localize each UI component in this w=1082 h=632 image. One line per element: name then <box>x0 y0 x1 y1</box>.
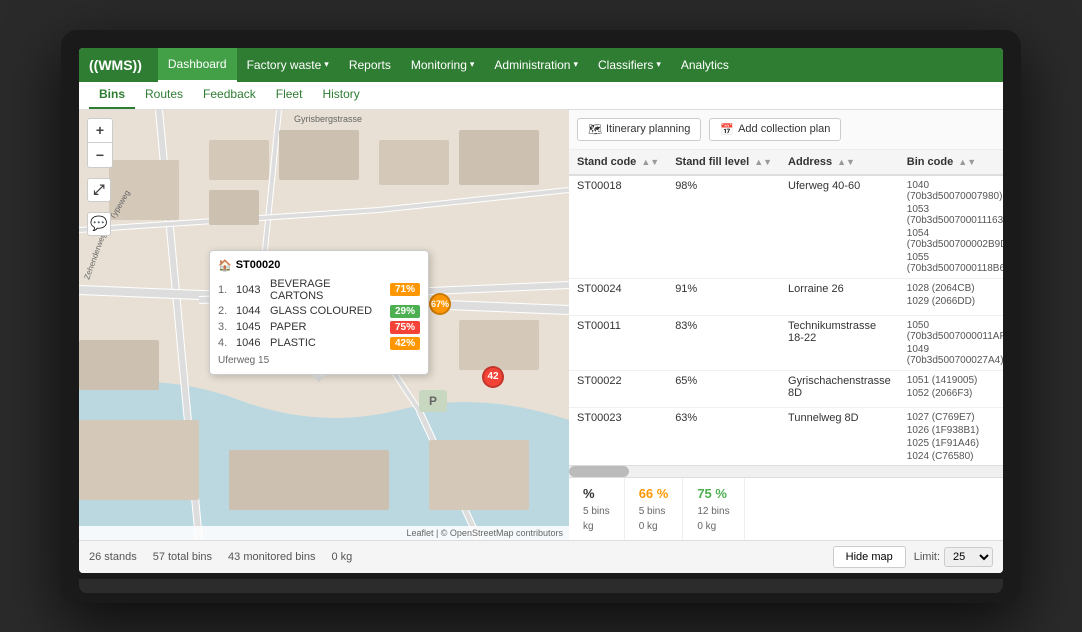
popup-item-4: 4. 1046 PLASTIC 42% <box>218 337 420 350</box>
address-cell: Uferweg 40-60 <box>780 175 899 279</box>
bottom-bar: 26 stands 57 total bins 43 monitored bin… <box>79 540 1003 573</box>
popup-title: 🏠 ST00020 <box>218 259 420 272</box>
stand-code-cell: ST00022 <box>569 370 667 407</box>
panel-toolbar: 🗺 Itinerary planning 📅 Add collection pl… <box>569 110 1003 150</box>
nav-analytics[interactable]: Analytics <box>671 48 739 82</box>
sub-nav-feedback[interactable]: Feedback <box>193 81 266 109</box>
stand-code-cell: ST00018 <box>569 175 667 279</box>
bin-code-cell: 1027 (C769E7)1026 (1F938B1)1025 (1F91A46… <box>899 407 1003 465</box>
stat-66: 66 % 5 bins 0 kg <box>625 478 684 540</box>
stand-code-cell: ST00023 <box>569 407 667 465</box>
limit-select: Limit: 10 25 50 100 <box>914 547 993 567</box>
nav-dashboard[interactable]: Dashboard <box>158 48 237 82</box>
address-cell: Lorraine 26 <box>780 278 899 315</box>
add-collection-plan-button[interactable]: 📅 Add collection plan <box>709 118 841 141</box>
table-row: ST0002363%Tunnelweg 8D1027 (C769E7)1026 … <box>569 407 1003 465</box>
stats-bar: % 5 bins kg 66 % 5 bins 0 kg 75 % 12 bin… <box>569 477 1003 540</box>
col-bin-code[interactable]: Bin code ▲▼ <box>899 150 1003 175</box>
address-cell: Gyrischachenstrasse 8D <box>780 370 899 407</box>
bin-code-cell: 1028 (2064CB)1029 (2066DD) <box>899 278 1003 315</box>
sub-navigation: Bins Routes Feedback Fleet History <box>79 82 1003 110</box>
sub-nav-fleet[interactable]: Fleet <box>266 81 313 109</box>
sort-icon: ▲▼ <box>754 157 772 167</box>
map-attribution: Leaflet | © OpenStreetMap contributors <box>79 526 569 540</box>
zoom-controls: + − <box>87 118 113 168</box>
laptop-frame: ((WMS)) Dashboard Factory waste ▾ Report… <box>61 30 1021 603</box>
chevron-down-icon: ▾ <box>573 59 578 70</box>
table-row: ST0001898%Uferweg 40-601040 (70b3d500700… <box>569 175 1003 279</box>
map-container: P P <box>79 110 569 540</box>
stand-code-cell: ST00024 <box>569 278 667 315</box>
stand-fill-cell: 65% <box>667 370 780 407</box>
zoom-out-button[interactable]: − <box>88 143 112 167</box>
right-panel: 🗺 Itinerary planning 📅 Add collection pl… <box>569 110 1003 540</box>
app-logo: ((WMS)) <box>89 57 142 73</box>
sort-icon: ▲▼ <box>837 157 855 167</box>
nav-factory-waste[interactable]: Factory waste ▾ <box>237 48 339 82</box>
limit-dropdown[interactable]: 10 25 50 100 <box>944 547 993 567</box>
address-cell: Technikumstrasse 18-22 <box>780 315 899 370</box>
popup-tail <box>311 374 327 382</box>
map-side-controls: + − ⤢ 💬 <box>87 118 113 236</box>
map-popup: 🏠 ST00020 1. 1043 BEVERAGE CARTONS 71% 2… <box>209 250 429 375</box>
bottom-stats: 26 stands 57 total bins 43 monitored bin… <box>89 551 352 563</box>
table-row: ST0002491%Lorraine 261028 (2064CB)1029 (… <box>569 278 1003 315</box>
top-navigation: ((WMS)) Dashboard Factory waste ▾ Report… <box>79 48 1003 82</box>
popup-item-1: 1. 1043 BEVERAGE CARTONS 71% <box>218 278 420 302</box>
address-cell: Tunnelweg 8D <box>780 407 899 465</box>
bin-code-cell: 1040 (70b3d50070007980)1053 (70b3d500700… <box>899 175 1003 279</box>
zoom-in-button[interactable]: + <box>88 119 112 143</box>
bottom-right: Hide map Limit: 10 25 50 100 <box>833 546 993 568</box>
nav-reports[interactable]: Reports <box>339 48 401 82</box>
horizontal-scrollbar[interactable] <box>569 465 1003 477</box>
stand-fill-cell: 91% <box>667 278 780 315</box>
sort-icon: ▲▼ <box>641 157 659 167</box>
itinerary-planning-button[interactable]: 🗺 Itinerary planning <box>577 118 701 141</box>
chevron-down-icon: ▾ <box>470 59 475 70</box>
fullscreen-button[interactable]: ⤢ <box>87 178 111 202</box>
sub-nav-bins[interactable]: Bins <box>89 81 135 109</box>
nav-classifiers[interactable]: Classifiers ▾ <box>588 48 671 82</box>
sub-nav-history[interactable]: History <box>312 81 369 109</box>
nav-administration[interactable]: Administration ▾ <box>484 48 588 82</box>
data-table: Stand code ▲▼ Stand fill level ▲▼ Addres… <box>569 150 1003 466</box>
bins-table: Stand code ▲▼ Stand fill level ▲▼ Addres… <box>569 150 1003 466</box>
table-header-row: Stand code ▲▼ Stand fill level ▲▼ Addres… <box>569 150 1003 175</box>
stand-fill-cell: 83% <box>667 315 780 370</box>
stat-75: 75 % 12 bins 0 kg <box>683 478 744 540</box>
bin-code-cell: 1050 (70b3d5007000011AF)1049 (70b3d50070… <box>899 315 1003 370</box>
map-marker-orange[interactable]: 67% <box>429 293 451 315</box>
stand-fill-cell: 63% <box>667 407 780 465</box>
screen: ((WMS)) Dashboard Factory waste ▾ Report… <box>79 48 1003 573</box>
stat-percent: % 5 bins kg <box>569 478 625 540</box>
sort-icon: ▲▼ <box>958 157 976 167</box>
nav-monitoring[interactable]: Monitoring ▾ <box>401 48 485 82</box>
scroll-thumb[interactable] <box>569 466 629 477</box>
map-marker-red-2[interactable]: 42 <box>482 366 504 388</box>
col-address[interactable]: Address ▲▼ <box>780 150 899 175</box>
home-icon: 🏠 <box>218 259 232 272</box>
sub-nav-routes[interactable]: Routes <box>135 81 193 109</box>
chevron-down-icon: ▾ <box>324 59 329 70</box>
table-row: ST0001183%Technikumstrasse 18-221050 (70… <box>569 315 1003 370</box>
stand-fill-cell: 98% <box>667 175 780 279</box>
svg-text:P: P <box>429 394 437 408</box>
calendar-icon: 📅 <box>720 123 734 136</box>
chevron-down-icon: ▾ <box>656 59 661 70</box>
table-row: ST0002265%Gyrischachenstrasse 8D1051 (14… <box>569 370 1003 407</box>
map-icon: 🗺 <box>588 123 602 136</box>
laptop-base <box>79 579 1003 593</box>
col-stand-code[interactable]: Stand code ▲▼ <box>569 150 667 175</box>
popup-item-3: 3. 1045 PAPER 75% <box>218 321 420 334</box>
comment-button[interactable]: 💬 <box>87 212 111 236</box>
hide-map-button[interactable]: Hide map <box>833 546 906 568</box>
svg-text:Gyrisbergstrasse: Gyrisbergstrasse <box>294 114 362 124</box>
popup-item-2: 2. 1044 GLASS COLOURED 29% <box>218 305 420 318</box>
bin-code-cell: 1051 (1419005)1052 (2066F3) <box>899 370 1003 407</box>
stand-code-cell: ST00011 <box>569 315 667 370</box>
main-content: P P <box>79 110 1003 540</box>
col-stand-fill[interactable]: Stand fill level ▲▼ <box>667 150 780 175</box>
